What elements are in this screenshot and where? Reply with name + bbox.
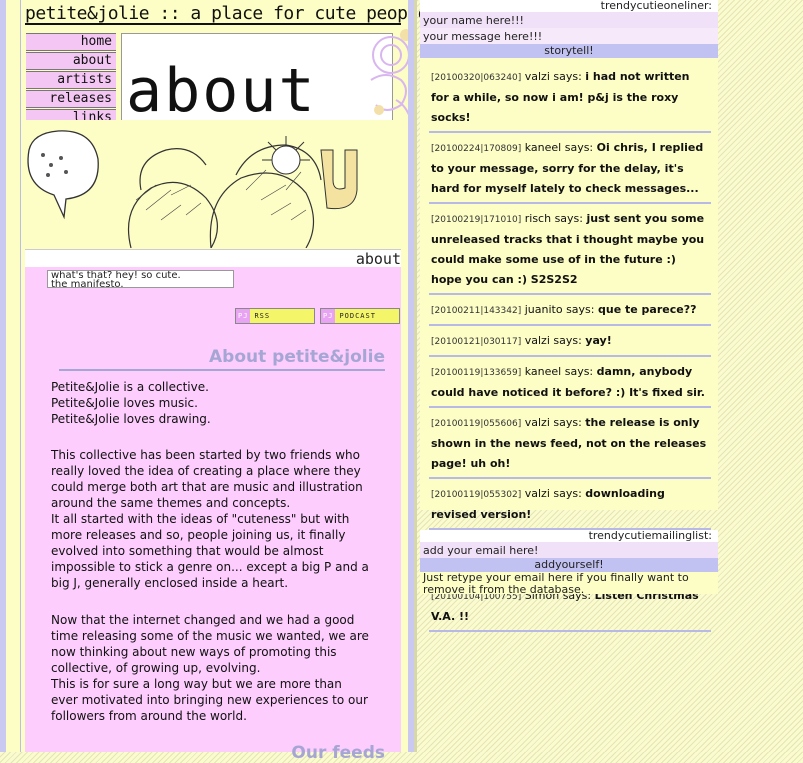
message-input[interactable]: your message here!!! <box>420 28 718 44</box>
podcast-badge: PJ <box>321 309 336 323</box>
message-timestamp: [20100219|171010] <box>431 215 522 225</box>
feeds-heading: Our feeds <box>291 743 385 763</box>
history-paragraph: This collective has been started by two … <box>51 448 369 590</box>
message-timestamp: [20100211|143342] <box>431 306 522 316</box>
subnav-manifesto[interactable]: the manifesto. <box>51 280 233 288</box>
message-timestamp: [20100121|030117] <box>431 337 522 347</box>
message-timestamp: [20100224|170809] <box>431 144 522 154</box>
message-user: kaneel <box>524 141 562 154</box>
message-item: [20100121|030117] valzi says: yay! <box>429 326 711 357</box>
email-input[interactable]: add your email here! <box>420 542 718 558</box>
message-user: valzi <box>524 487 550 500</box>
name-input[interactable]: your name here!!! <box>420 12 718 28</box>
about-content: what's that? hey! so cute. the manifesto… <box>25 267 401 763</box>
mailing-box: trendycutiemailinglist: add your email h… <box>420 530 718 596</box>
oneliner-label: trendycutieoneliner: <box>420 0 718 12</box>
message-user: kaneel <box>524 365 562 378</box>
nav-about[interactable]: about <box>26 52 116 70</box>
message-item: [20100119|133659] kaneel says: damn, any… <box>429 357 711 408</box>
mailing-label: trendycutiemailinglist: <box>420 530 718 542</box>
nav-releases[interactable]: releases <box>26 90 116 108</box>
message-says: says: <box>566 303 595 316</box>
main-column: petite&jolie :: a place for cute people … <box>20 0 429 763</box>
oneliner-box: trendycutieoneliner: your name here!!! y… <box>420 0 718 632</box>
message-user: risch <box>524 212 552 225</box>
message-user: valzi <box>524 416 550 429</box>
message-user: juanito <box>524 303 563 316</box>
future-paragraph: Now that the internet changed and we had… <box>51 613 369 723</box>
addyourself-button[interactable]: addyourself! <box>420 558 718 572</box>
message-user: valzi <box>524 70 550 83</box>
rss-label: RSS <box>254 312 271 320</box>
about-heading: About petite&jolie <box>59 347 385 371</box>
message-timestamp: [20100320|063240] <box>431 73 522 83</box>
message-user: valzi <box>524 334 550 347</box>
message-says: says: <box>564 365 594 378</box>
section-bar: about <box>25 249 401 269</box>
podcast-label: PODCAST <box>339 312 376 320</box>
left-gutter <box>6 0 20 752</box>
message-item: [20100219|171010] risch says: just sent … <box>429 204 711 295</box>
rss-badge: PJ <box>236 309 251 323</box>
message-says: says: <box>564 141 594 154</box>
message-says: says: <box>554 212 583 225</box>
header-illustration <box>21 120 403 248</box>
site-title[interactable]: petite&jolie :: a place for cute people <box>25 3 429 25</box>
message-timestamp: [20100119|055302] <box>431 490 522 500</box>
message-text: yay! <box>585 334 612 347</box>
main-nav: home about artists releases links <box>26 33 116 128</box>
sub-nav[interactable]: what's that? hey! so cute. the manifesto… <box>47 270 234 288</box>
page-title: about <box>126 56 317 126</box>
message-timestamp: [20100119|133659] <box>431 368 522 378</box>
nav-home[interactable]: home <box>26 33 116 51</box>
message-item: [20100320|063240] valzi says: i had not … <box>429 62 711 133</box>
message-item: [20100119|055302] valzi says: downloadin… <box>429 479 711 530</box>
message-says: says: <box>553 70 582 83</box>
message-says: says: <box>553 334 582 347</box>
message-text: que te parece?? <box>598 303 697 316</box>
storytell-button[interactable]: storytell! <box>420 44 718 58</box>
message-item: [20100224|170809] kaneel says: Oi chris,… <box>429 133 711 204</box>
message-says: says: <box>553 487 582 500</box>
nav-artists[interactable]: artists <box>26 71 116 89</box>
podcast-button[interactable]: PJ PODCAST <box>320 308 400 324</box>
intro-paragraph: Petite&Jolie is a collective. Petite&Jol… <box>51 380 211 426</box>
sidebar: trendycutieoneliner: your name here!!! y… <box>414 0 803 752</box>
message-timestamp: [20100119|055606] <box>431 419 522 429</box>
message-item: [20100211|143342] juanito says: que te p… <box>429 295 711 326</box>
rss-button[interactable]: PJ RSS <box>235 308 315 324</box>
message-item: [20100119|055606] valzi says: the releas… <box>429 408 711 479</box>
mailing-note: Just retype your email here if you final… <box>423 571 689 596</box>
message-says: says: <box>553 416 582 429</box>
sidebar-divider <box>414 0 417 752</box>
